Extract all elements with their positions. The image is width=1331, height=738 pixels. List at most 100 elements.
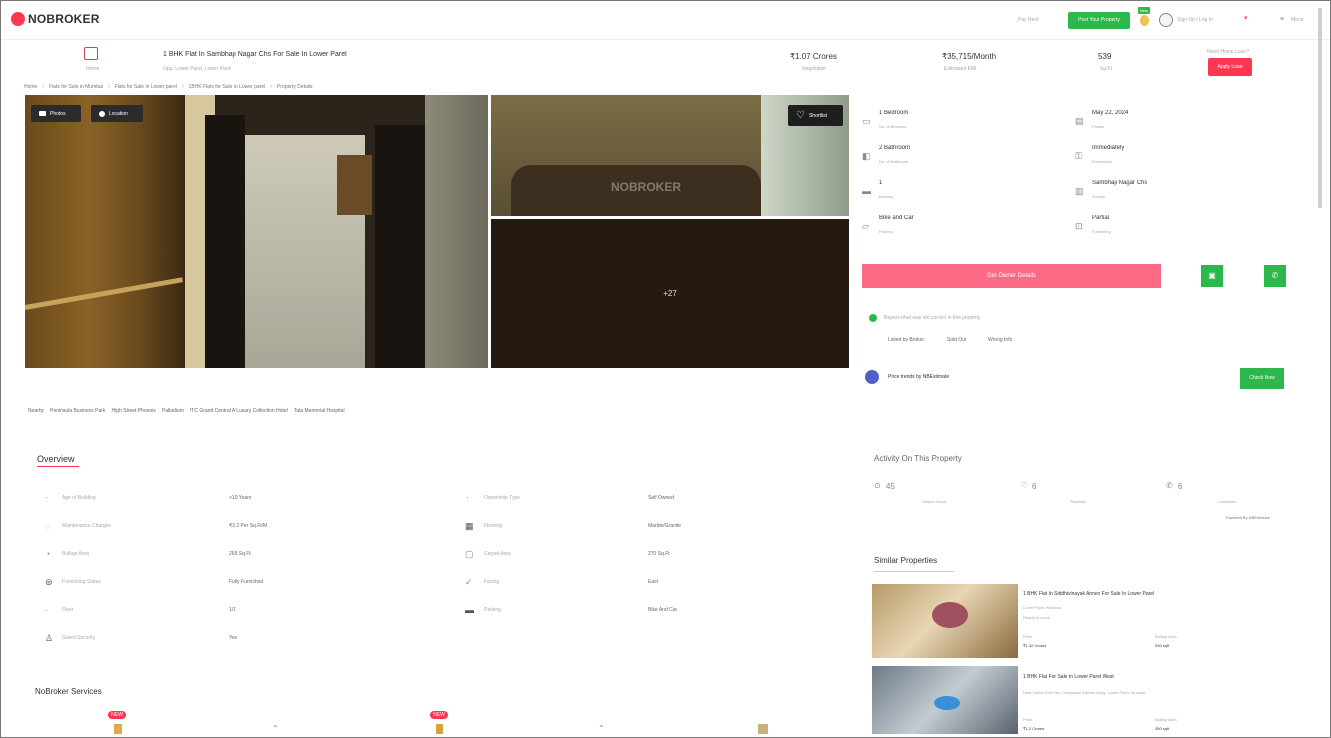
chevron-down-icon[interactable]: ▾ [1244,14,1248,22]
service-icon[interactable]: ⌃ [598,724,605,733]
detail-value: Bike and Car [879,215,914,221]
detail-value: Sambhaji Nagar Chs [1092,180,1148,186]
emi-sub: Estimated EMI [944,66,977,72]
activity-value: 6 [1178,482,1183,491]
shortlist-button[interactable]: ♡ Shortlist [788,105,843,126]
top-nav: NOBROKER Pay Rent Post Your Property New… [0,0,1331,40]
menu-icon[interactable]: ≡ [1280,16,1284,23]
area: 539 [1098,52,1112,61]
check-now-button[interactable]: Check Now [1240,368,1284,389]
bath-icon: ◧ [862,151,871,161]
overview-label: Builtup Area [62,551,89,557]
post-property-button[interactable]: Post Your Property [1068,12,1130,29]
scrollbar[interactable] [1318,8,1322,208]
similar-card[interactable]: 1 BHK Flat For Sale In Lower Parel West … [872,666,1302,734]
overview-title: Overview [37,454,75,464]
new-badge: New [1138,7,1150,14]
breadcrumb-item[interactable]: 1BHK Flats for Sale in Lower parel [189,84,266,90]
overview-label: Parking [484,607,501,613]
avatar[interactable] [1159,13,1173,27]
service-icon[interactable] [758,724,768,734]
nearby-place[interactable]: ITC Grand Central A Luxury Collection Ho… [190,408,288,414]
phone-icon: ✆ [1166,481,1173,490]
nearby-place[interactable]: High Street Phoenix [111,408,155,414]
maintenance-icon: ◌ [45,521,51,531]
menu-label[interactable]: Menu [1291,17,1304,23]
overview-label: Facing [484,579,500,585]
service-new-badge: NEW [430,711,448,719]
whatsapp-icon: ▣ [1208,271,1216,280]
overview-list: · Age of Building >10 Years · Ownership … [40,490,840,650]
photo-gallery[interactable]: Photos Location NOBROKER ♡ Shortlist +27 [25,95,849,368]
report-tag[interactable]: Sold Out [947,337,966,343]
breadcrumb-item[interactable]: Flats for Sale in Mumbai [49,84,103,90]
similar-underline [874,571,954,572]
similar-price: ₹1.42 Crores [1023,643,1047,648]
report-status-icon [869,314,877,322]
logo[interactable]: NOBROKER [11,12,100,26]
price-sub: Negotiable [802,66,826,72]
nearby-place[interactable]: Peninsula Business Park [50,408,105,414]
photos-button[interactable]: Photos [31,105,81,122]
shortlist-label: Shortlist [808,112,828,119]
whatsapp-button[interactable]: ▣ [1201,265,1223,287]
nearby-place[interactable]: Palladium [162,408,184,414]
apply-loan-label: Apply Loan [1217,64,1243,70]
more-photos-tile[interactable]: +27 [491,219,849,368]
similar-area-label: Builtup Area [1155,634,1177,639]
service-icon[interactable] [114,724,122,734]
similar-card-sub2: Ready to move [1023,615,1050,620]
get-owner-details-button[interactable]: Get Owner Details [862,264,1161,288]
activity-value: 45 [886,482,895,491]
detail-value: Partial [1092,215,1110,221]
property-header: Home 1 BHK Flat In Sambhaji Nagar Chs Fo… [0,42,1300,82]
detail-value: 1 [879,180,883,186]
pay-rent-link[interactable]: Pay Rent [1018,17,1039,23]
similar-card-title[interactable]: 1 BHK Flat For Sale In Lower Parel West [1023,674,1114,680]
user-name[interactable]: Sign Up / Log In [1177,17,1227,23]
bed-icon: ▭ [862,116,871,126]
service-icon[interactable] [436,724,443,734]
nearby-place[interactable]: Tata Memorial Hospital [294,408,345,414]
breadcrumb-item[interactable]: Flats for Sale in Lower parel [115,84,177,90]
gift-icon[interactable] [1140,15,1149,26]
similar-area-label: Builtup Area [1155,717,1177,722]
similar-thumbnail[interactable] [872,584,1018,658]
similar-price: ₹1.2 Crores [1023,726,1045,731]
location-label: Location [109,110,128,117]
detail-label: Furnishing [1092,229,1111,234]
corridor-door [205,115,245,368]
breadcrumb-separator: › [181,84,184,90]
similar-thumbnail[interactable] [872,666,1018,734]
camera-icon [39,111,46,116]
location-button[interactable]: Location [91,105,143,122]
service-new-badge: NEW [108,711,126,719]
building-age-icon: · [45,492,48,502]
activity-stats: ⊙ 45 Unique Views ♡ 6 Shortlists ✆ 6 Con… [874,480,1294,510]
overview-label: Age of Building [62,495,96,501]
breadcrumb-item[interactable]: Home [24,84,37,90]
apply-loan-button[interactable]: Apply Loan [1208,58,1252,76]
report-tag[interactable]: Wrong Info [988,337,1012,343]
similar-card[interactable]: 1 BHK Flat In Siddhivinayak Annex For Sa… [872,584,1302,658]
detail-label: Parking [879,229,893,234]
home-icon-label: Home [86,66,100,72]
detail-label: Society [1092,194,1106,199]
main-photo[interactable]: Photos Location [25,95,488,368]
area-sub: Sq.Ft [1100,66,1112,72]
detail-label: Balcony [879,194,894,199]
thumbnail-photo[interactable]: NOBROKER ♡ Shortlist [491,95,849,216]
overview-value: Bike And Car [648,607,678,613]
call-button[interactable]: ✆ [1264,265,1286,287]
overview-value: East [648,579,659,585]
nbestimate-icon [865,370,879,384]
overview-value: 270 Sq.Ft [648,551,670,557]
report-text[interactable]: Report what was not correct in this prop… [884,315,980,321]
service-icon[interactable]: ⌃ [272,724,279,733]
powered-by: Powered By NBEstimate [1226,515,1270,520]
report-tag[interactable]: Listed by Broker [888,337,924,343]
breadcrumb: Home › Flats for Sale in Mumbai › Flats fo… [24,84,313,90]
ceiling-fixture [932,602,968,628]
activity-value: 6 [1032,482,1037,491]
similar-card-title[interactable]: 1 BHK Flat In Siddhivinayak Annex For Sa… [1023,591,1154,597]
